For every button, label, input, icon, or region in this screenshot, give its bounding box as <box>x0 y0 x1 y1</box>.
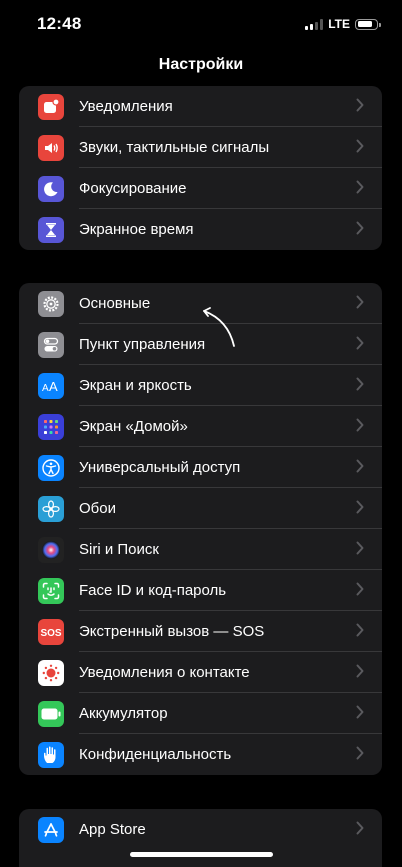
row-label: Фокусирование <box>79 180 187 197</box>
row-label: Аккумулятор <box>79 705 168 722</box>
settings-row-home-screen[interactable]: Экран «Домой» <box>19 406 382 447</box>
siri-icon <box>38 537 64 563</box>
settings-row-exposure-notifications[interactable]: Уведомления о контакте <box>19 652 382 693</box>
row-label: Face ID и код-пароль <box>79 582 227 599</box>
settings-row-control-center[interactable]: Пункт управления <box>19 324 382 365</box>
notifications-icon <box>38 94 64 120</box>
exposure-icon <box>38 660 64 686</box>
network-type: LTE <box>328 17 350 31</box>
settings-row-app-store[interactable]: App Store <box>19 809 382 850</box>
row-label: Экранное время <box>79 221 194 238</box>
settings-group-2: Основные Пункт управления AA Экран и ярк… <box>19 283 382 775</box>
chevron-right-icon <box>356 139 364 153</box>
chevron-right-icon <box>356 336 364 350</box>
row-label: App Store <box>79 821 146 838</box>
chevron-right-icon <box>356 541 364 555</box>
status-time: 12:48 <box>37 14 82 33</box>
settings-row-screen-time[interactable]: Экранное время <box>19 209 382 250</box>
accessibility-icon <box>38 455 64 481</box>
row-label: Основные <box>79 295 151 312</box>
status-bar: 12:48 LTE <box>0 0 402 44</box>
chevron-right-icon <box>356 664 364 678</box>
row-label: Универсальный доступ <box>79 459 241 476</box>
gear-icon <box>38 291 64 317</box>
row-label: Уведомления о контакте <box>79 664 250 681</box>
text-size-icon: AA <box>38 373 64 399</box>
status-indicators: LTE <box>305 17 381 31</box>
chevron-right-icon <box>356 746 364 760</box>
app-store-icon <box>38 817 64 843</box>
row-label: Экстренный вызов — SOS <box>79 623 265 640</box>
face-id-icon <box>38 578 64 604</box>
chevron-right-icon <box>356 180 364 194</box>
page-title: Настройки <box>158 56 244 73</box>
settings-group-3: App Store <box>19 809 382 867</box>
chevron-right-icon <box>356 500 364 514</box>
row-label: Уведомления <box>79 98 173 115</box>
settings-row-focus[interactable]: Фокусирование <box>19 168 382 209</box>
row-label: Экран «Домой» <box>79 418 188 435</box>
chevron-right-icon <box>356 459 364 473</box>
chevron-right-icon <box>356 377 364 391</box>
home-grid-icon <box>38 414 64 440</box>
sound-icon <box>38 135 64 161</box>
settings-row-notifications[interactable]: Уведомления <box>19 86 382 127</box>
chevron-right-icon <box>356 821 364 835</box>
settings-row-sounds[interactable]: Звуки, тактильные сигналы <box>19 127 382 168</box>
hourglass-icon <box>38 217 64 243</box>
chevron-right-icon <box>356 295 364 309</box>
chevron-right-icon <box>356 98 364 112</box>
settings-row-face-id[interactable]: Face ID и код-пароль <box>19 570 382 611</box>
flower-icon <box>38 496 64 522</box>
svg-text:SOS: SOS <box>40 628 61 639</box>
sos-icon: SOS <box>38 619 64 645</box>
settings-row-display[interactable]: AA Экран и яркость <box>19 365 382 406</box>
battery-status-icon <box>355 18 381 30</box>
cellular-signal-icon <box>305 18 324 30</box>
settings-row-wallpaper[interactable]: Обои <box>19 488 382 529</box>
row-label: Пункт управления <box>79 336 206 353</box>
chevron-right-icon <box>356 221 364 235</box>
row-label: Siri и Поиск <box>79 541 159 558</box>
chevron-right-icon <box>356 705 364 719</box>
battery-icon <box>38 701 64 727</box>
svg-text:A: A <box>42 383 49 394</box>
toggles-icon <box>38 332 64 358</box>
chevron-right-icon <box>356 418 364 432</box>
home-indicator[interactable] <box>130 852 273 857</box>
settings-group-1: Уведомления Звуки, тактильные сигналы Фо… <box>19 86 382 250</box>
row-label: Конфиденциальность <box>79 746 232 763</box>
settings-row-general[interactable]: Основные <box>19 283 382 324</box>
settings-row-battery[interactable]: Аккумулятор <box>19 693 382 734</box>
chevron-right-icon <box>356 623 364 637</box>
settings-row-siri[interactable]: Siri и Поиск <box>19 529 382 570</box>
settings-row-privacy[interactable]: Конфиденциальность <box>19 734 382 775</box>
hand-icon <box>38 742 64 768</box>
row-label: Обои <box>79 500 116 517</box>
chevron-right-icon <box>356 582 364 596</box>
settings-row-emergency-sos[interactable]: SOS Экстренный вызов — SOS <box>19 611 382 652</box>
moon-icon <box>38 176 64 202</box>
svg-text:A: A <box>49 379 58 394</box>
row-label: Экран и яркость <box>79 377 192 394</box>
row-label: Звуки, тактильные сигналы <box>79 139 270 156</box>
settings-row-accessibility[interactable]: Универсальный доступ <box>19 447 382 488</box>
